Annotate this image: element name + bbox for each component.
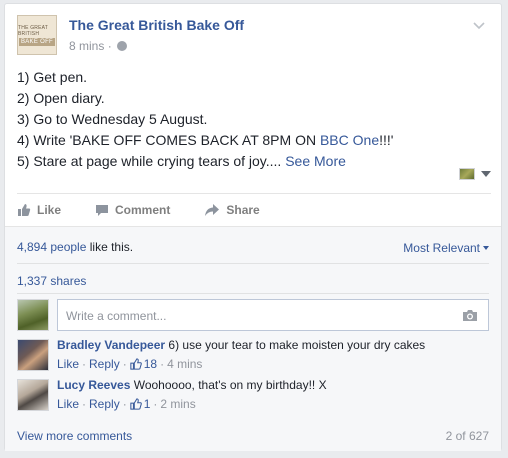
most-relevant-dropdown[interactable]: Most Relevant [403,240,489,256]
like-button[interactable]: Like [17,203,61,217]
post-body: 1) Get pen. 2) Open diary. 3) Go to Wedn… [17,67,491,172]
meta-separator: · [160,357,165,371]
comment-author[interactable]: Lucy Reeves [57,378,130,392]
divider [17,193,491,194]
comment-meta: Like · Reply · 18 · 4 mins [57,357,489,371]
comment-body: Lucy Reeves Woohoooo, that's on my birth… [57,378,489,411]
comment-button[interactable]: Comment [95,203,170,217]
comment-meta: Like · Reply · 1 · 2 mins [57,397,489,411]
comment-reply-link[interactable]: Reply [89,357,120,371]
comment-time[interactable]: 4 mins [167,357,202,371]
page-avatar[interactable]: THE GREAT BRITISH BAKE OFF [17,15,57,55]
meta-separator: · [153,397,158,411]
meta-separator: · [107,39,112,53]
comment-reply-link[interactable]: Reply [89,397,120,411]
see-more-link[interactable]: See More [285,153,346,169]
comment-placeholder: Write a comment... [66,309,167,323]
likes-summary: 4,894 people like this. Most Relevant [17,240,489,256]
like-label: Like [37,203,62,217]
like-thumb-icon [130,398,142,410]
audience-caret-icon [481,171,491,177]
page-logo-subtext: BAKE OFF [18,37,56,46]
comment-item: Lucy Reeves Woohoooo, that's on my birth… [17,378,489,411]
share-label: Share [226,203,260,217]
comment-content: Bradley Vandepeer 6) use your tear to ma… [57,338,489,352]
most-relevant-label: Most Relevant [403,241,480,255]
view-more-comments-link[interactable]: View more comments [17,429,132,443]
comment-author[interactable]: Bradley Vandepeer [57,338,165,352]
comment-likes-number: 18 [143,357,158,371]
comment-time[interactable]: 2 mins [160,397,195,411]
page-name-link[interactable]: The Great British Bake Off [69,17,244,33]
comment-likes-count[interactable]: 1 [130,397,151,411]
post-line: 5) Stare at page while crying tears of j… [17,151,491,172]
shares-link[interactable]: 1,337 shares [17,274,489,288]
comments-section: 4,894 people like this. Most Relevant 1,… [5,226,501,451]
comment-item: Bradley Vandepeer 6) use your tear to ma… [17,338,489,371]
comment-bubble-icon [96,205,109,216]
post-line: 1) Get pen. [17,69,88,85]
like-thumb-icon [18,204,31,216]
commenter-avatar[interactable] [17,339,49,371]
like-thumb-icon [130,358,142,370]
divider [17,263,489,264]
bbc-one-link[interactable]: BBC One [320,132,379,148]
current-user-avatar[interactable] [17,299,49,331]
comment-input[interactable]: Write a comment... [57,299,489,331]
post-line: 2) Open diary. [17,90,105,106]
post-line-text: 5) Stare at page while crying tears of j… [17,153,282,169]
comment-text: Woohoooo, that's on my birthday!! X [130,378,327,392]
comment-composer: Write a comment... [17,299,489,331]
camera-icon[interactable] [462,309,478,322]
likes-suffix: like this. [86,240,134,254]
audience-selector[interactable] [459,168,491,180]
post-line-text: !!!' [379,132,394,148]
globe-icon [117,41,128,51]
view-more-row: View more comments 2 of 627 [17,429,489,443]
meta-separator: · [82,397,87,411]
post-line: 3) Go to Wednesday 5 August. [17,111,208,127]
post-card: THE GREAT BRITISH BAKE OFF The Great Bri… [4,3,502,451]
comment-likes-number: 1 [143,397,151,411]
comment-text: 6) use your tear to make moisten your dr… [165,338,426,352]
post-line: 4) Write 'BAKE OFF COMES BACK AT 8PM ON … [17,130,491,151]
dropdown-caret-icon [483,246,489,250]
post-header: THE GREAT BRITISH BAKE OFF The Great Bri… [17,15,491,59]
comment-like-link[interactable]: Like [57,357,79,371]
post-meta: 8 mins · [69,39,128,53]
action-bar: Like Comment Share [17,198,491,222]
share-button[interactable]: Share [204,203,260,217]
likes-text: 4,894 people like this. [17,240,133,256]
meta-separator: · [82,357,87,371]
meta-separator: · [122,397,127,411]
comment-body: Bradley Vandepeer 6) use your tear to ma… [57,338,489,371]
commenter-avatar[interactable] [17,379,49,411]
share-arrow-icon [205,204,220,216]
comment-content: Lucy Reeves Woohoooo, that's on my birth… [57,378,489,392]
likes-count-link[interactable]: 4,894 people [17,240,86,254]
profile-thumbnail [459,168,475,180]
comments-pager: 2 of 627 [445,429,489,443]
chevron-down-icon[interactable] [473,19,485,31]
comment-label: Comment [115,203,171,217]
page-logo-text: THE GREAT BRITISH [18,24,48,37]
meta-separator: · [122,357,127,371]
post-line-text: 4) Write 'BAKE OFF COMES BACK AT 8PM ON [17,132,320,148]
divider [17,293,489,294]
comment-like-link[interactable]: Like [57,397,79,411]
post-timestamp[interactable]: 8 mins [69,39,104,53]
comment-likes-count[interactable]: 18 [130,357,157,371]
